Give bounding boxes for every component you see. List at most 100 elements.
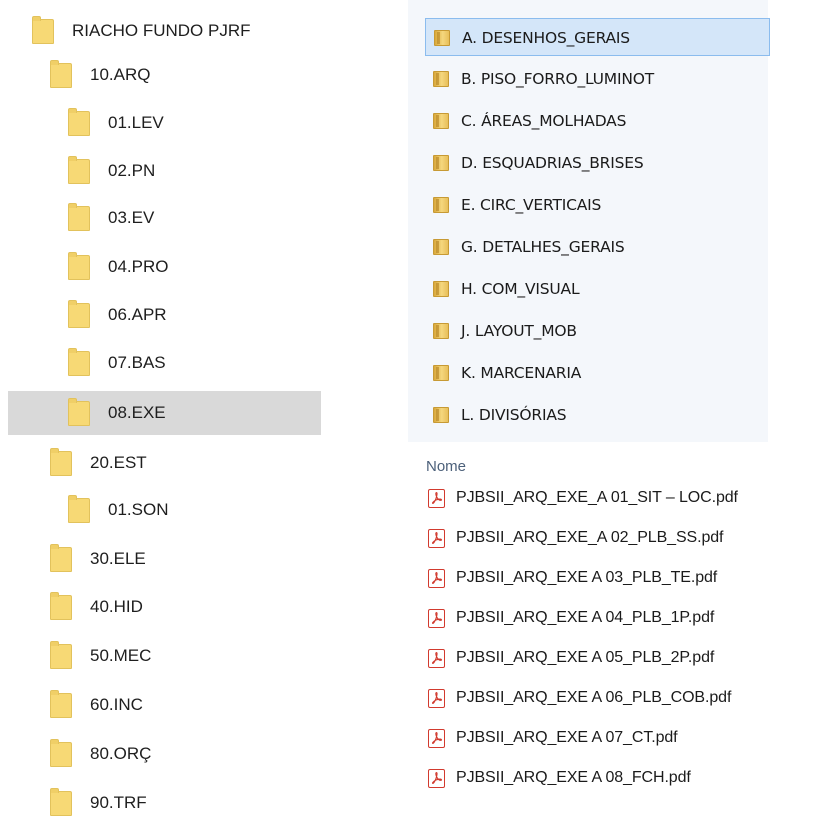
subfolder-item[interactable]: D. ESQUADRIAS_BRISES xyxy=(425,144,770,182)
tree-item[interactable]: RIACHO FUNDO PJRF xyxy=(8,9,321,53)
folder-icon xyxy=(68,300,90,328)
folder-icon xyxy=(433,239,449,255)
folder-tree: RIACHO FUNDO PJRF 10.ARQ 01.LEV 02.PN 03.EV 0… xyxy=(0,0,410,819)
tree-item[interactable]: 03.EV xyxy=(8,196,321,240)
tree-item[interactable]: 02.PN xyxy=(8,149,321,193)
tree-item[interactable]: 80.ORÇ xyxy=(8,732,321,776)
tree-item[interactable]: 20.EST xyxy=(8,441,321,485)
tree-item[interactable]: 06.APR xyxy=(8,293,321,337)
file-name: PJBSII_ARQ_EXE A 06_PLB_COB.pdf xyxy=(456,689,732,706)
folder-icon xyxy=(433,365,449,381)
folder-icon xyxy=(433,71,449,87)
folder-icon xyxy=(68,348,90,376)
tree-item[interactable]: 40.HID xyxy=(8,585,321,629)
file-row[interactable]: PJBSII_ARQ_EXE A 05_PLB_2P.pdf xyxy=(426,642,836,676)
subfolder-item[interactable]: J. LAYOUT_MOB xyxy=(425,312,770,350)
folder-icon xyxy=(68,252,90,280)
file-name: PJBSII_ARQ_EXE A 08_FCH.pdf xyxy=(456,769,691,786)
folder-icon xyxy=(50,544,72,572)
folder-icon xyxy=(68,398,90,426)
file-name: PJBSII_ARQ_EXE A 07_CT.pdf xyxy=(456,729,678,746)
folder-icon xyxy=(50,592,72,620)
tree-item[interactable]: 30.ELE xyxy=(8,537,321,581)
folder-icon xyxy=(68,156,90,184)
folder-icon xyxy=(433,113,449,129)
subfolder-label: E. CIRC_VERTICAIS xyxy=(461,196,602,214)
tree-item[interactable]: 10.ARQ xyxy=(8,53,321,97)
subfolder-label: D. ESQUADRIAS_BRISES xyxy=(461,154,644,172)
folder-icon xyxy=(68,203,90,231)
folder-icon xyxy=(68,108,90,136)
file-row[interactable]: PJBSII_ARQ_EXE A 06_PLB_COB.pdf xyxy=(426,682,836,716)
tree-item-label: 01.LEV xyxy=(108,113,164,132)
folder-icon xyxy=(50,60,72,88)
pdf-icon xyxy=(428,729,445,748)
file-row[interactable]: PJBSII_ARQ_EXE_A 02_PLB_SS.pdf xyxy=(426,522,836,556)
folder-icon xyxy=(68,495,90,523)
subfolder-item[interactable]: B. PISO_FORRO_LUMINOT xyxy=(425,60,770,98)
pdf-icon xyxy=(428,609,445,628)
tree-item-label: 01.SON xyxy=(108,500,169,519)
folder-icon xyxy=(50,739,72,767)
subfolder-list: A. DESENHOS_GERAIS B. PISO_FORRO_LUMINOT C… xyxy=(408,0,770,442)
subfolder-label: B. PISO_FORRO_LUMINOT xyxy=(461,70,655,88)
file-row[interactable]: PJBSII_ARQ_EXE A 03_PLB_TE.pdf xyxy=(426,562,836,596)
subfolder-label: J. LAYOUT_MOB xyxy=(461,322,577,340)
tree-item[interactable]: 60.INC xyxy=(8,683,321,727)
file-list: Nome PJBSII_ARQ_EXE_A 01_SIT – LOC.pdf PJ… xyxy=(408,452,840,819)
pdf-icon xyxy=(428,649,445,668)
tree-item-label: 30.ELE xyxy=(90,549,146,568)
column-header-name[interactable]: Nome xyxy=(426,458,466,475)
pdf-icon xyxy=(428,489,445,508)
tree-item[interactable]: 01.LEV xyxy=(8,101,321,145)
tree-item[interactable]: 01.SON xyxy=(8,488,321,532)
tree-item[interactable]: 08.EXE xyxy=(8,391,321,435)
tree-item[interactable]: 04.PRO xyxy=(8,245,321,289)
file-row[interactable]: PJBSII_ARQ_EXE_A 01_SIT – LOC.pdf xyxy=(426,482,836,516)
folder-icon xyxy=(433,197,449,213)
subfolder-item[interactable]: H. COM_VISUAL xyxy=(425,270,770,308)
folder-icon xyxy=(433,281,449,297)
folder-icon xyxy=(434,30,450,46)
tree-item-label: 08.EXE xyxy=(108,403,166,422)
folder-icon xyxy=(433,407,449,423)
tree-item-label: 04.PRO xyxy=(108,257,169,276)
file-name: PJBSII_ARQ_EXE A 05_PLB_2P.pdf xyxy=(456,649,715,666)
tree-item-label: 03.EV xyxy=(108,208,155,227)
file-row[interactable]: PJBSII_ARQ_EXE A 08_FCH.pdf xyxy=(426,762,836,796)
file-row[interactable]: PJBSII_ARQ_EXE A 04_PLB_1P.pdf xyxy=(426,602,836,636)
subfolder-label: L. DIVISÓRIAS xyxy=(461,406,567,424)
subfolder-item[interactable]: A. DESENHOS_GERAIS xyxy=(425,18,770,56)
tree-item-label: 07.BAS xyxy=(108,353,166,372)
folder-icon xyxy=(50,448,72,476)
pdf-icon xyxy=(428,769,445,788)
tree-item-label: 40.HID xyxy=(90,597,143,616)
subfolder-item[interactable]: G. DETALHES_GERAIS xyxy=(425,228,770,266)
file-name: PJBSII_ARQ_EXE A 04_PLB_1P.pdf xyxy=(456,609,715,626)
tree-item[interactable]: 07.BAS xyxy=(8,341,321,385)
subfolder-label: A. DESENHOS_GERAIS xyxy=(462,29,630,47)
folder-icon xyxy=(433,155,449,171)
subfolder-item[interactable]: L. DIVISÓRIAS xyxy=(425,396,770,434)
tree-item-label: 90.TRF xyxy=(90,793,147,812)
folder-icon xyxy=(32,16,54,44)
tree-item[interactable]: 50.MEC xyxy=(8,634,321,678)
subfolder-item[interactable]: C. ÁREAS_MOLHADAS xyxy=(425,102,770,140)
subfolder-item[interactable]: K. MARCENARIA xyxy=(425,354,770,392)
subfolder-label: C. ÁREAS_MOLHADAS xyxy=(461,112,627,130)
tree-item-label: 60.INC xyxy=(90,695,143,714)
pdf-icon xyxy=(428,529,445,548)
tree-item-label: 06.APR xyxy=(108,305,167,324)
subfolder-label: H. COM_VISUAL xyxy=(461,280,580,298)
file-name: PJBSII_ARQ_EXE A 03_PLB_TE.pdf xyxy=(456,569,718,586)
pdf-icon xyxy=(428,569,445,588)
folder-icon xyxy=(50,690,72,718)
folder-icon xyxy=(50,788,72,816)
tree-item-label: 50.MEC xyxy=(90,646,152,665)
tree-item-label: 02.PN xyxy=(108,161,156,180)
tree-item[interactable]: 90.TRF xyxy=(8,781,321,825)
subfolder-item[interactable]: E. CIRC_VERTICAIS xyxy=(425,186,770,224)
file-row[interactable]: PJBSII_ARQ_EXE A 07_CT.pdf xyxy=(426,722,836,756)
folder-icon xyxy=(433,323,449,339)
tree-item-label: 80.ORÇ xyxy=(90,744,152,763)
